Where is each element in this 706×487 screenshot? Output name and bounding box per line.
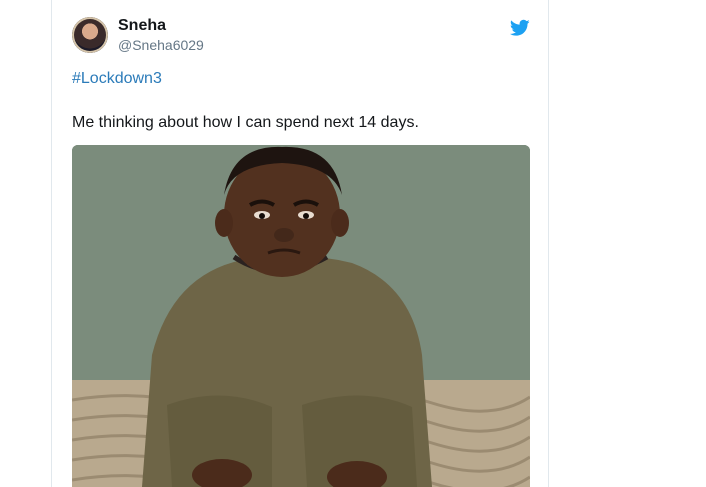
meme-image bbox=[72, 145, 530, 487]
hashtag-link[interactable]: #Lockdown3 bbox=[72, 70, 162, 88]
author-name[interactable]: Sneha bbox=[118, 17, 166, 35]
tweet-card: Sneha @Sneha6029 #Lockdown3 Me thinking … bbox=[51, 0, 549, 487]
tweet-text: Me thinking about how I can spend next 1… bbox=[72, 114, 419, 131]
tweet-media-image[interactable] bbox=[72, 145, 530, 487]
avatar[interactable] bbox=[72, 17, 108, 53]
author-handle[interactable]: @Sneha6029 bbox=[118, 37, 204, 53]
twitter-bird-icon[interactable] bbox=[510, 19, 530, 37]
